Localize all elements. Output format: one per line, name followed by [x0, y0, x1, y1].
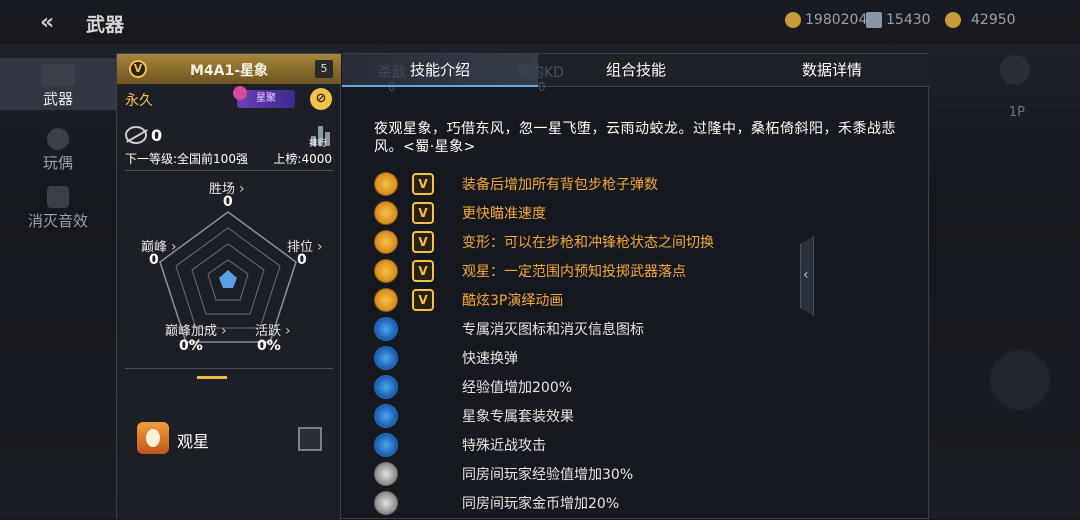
speaker-icon	[47, 186, 69, 208]
flavor-text: 夜观星象，巧借东风，忽一星飞堕，云雨动蛟龙。过隆中，桑柘倚斜阳，禾黍战悲风。<蜀…	[374, 121, 896, 155]
coin-room-icon	[374, 491, 398, 515]
skill-row: 同房间玩家经验值增加30%	[374, 462, 633, 486]
page-indicator	[197, 376, 227, 379]
skill-row: 快速换弹	[374, 346, 518, 370]
weapon-name: M4A1-星象	[189, 63, 269, 79]
currency-wings: 15430	[866, 12, 931, 28]
nav-item-weapon[interactable]: 武器	[0, 58, 116, 110]
weapon-info-panel: V M4A1-星象 5 永久 星聚 ⊘ 0 排行 下一等级:全国前100强 上榜…	[117, 54, 341, 520]
exp-room-icon	[374, 462, 398, 486]
divider	[125, 170, 333, 171]
suit-icon	[374, 404, 398, 428]
skill-row: V 装备后增加所有背包步枪子弹数	[374, 172, 658, 196]
chevron-right-icon: ›	[285, 323, 291, 339]
stat-active-value: 0%	[257, 338, 281, 354]
tab-data-details[interactable]: 数据详情	[734, 54, 930, 87]
background-scene: 1P	[930, 40, 1080, 519]
nav-item-doll[interactable]: 玩偶	[0, 122, 116, 174]
melee-icon	[374, 433, 398, 457]
v-rank-icon: V	[412, 202, 434, 224]
back-chevron-icon[interactable]: «	[40, 10, 54, 35]
divider	[125, 368, 333, 369]
exp-icon	[374, 375, 398, 399]
rank-icon[interactable]: 排行	[309, 122, 333, 149]
figure-icon	[374, 288, 398, 312]
v-rank-icon: V	[412, 260, 434, 282]
v-rank-icon: V	[412, 231, 434, 253]
gold-coin-icon	[785, 12, 801, 28]
tab-bar: 杀敌 平均KD 0 0 技能介绍 组合技能 数据详情	[342, 54, 930, 94]
page-title: 武器	[86, 14, 125, 36]
stat-peak-bonus-value: 0%	[179, 338, 203, 354]
next-level-text: 下一等级:全国前100强	[125, 152, 248, 166]
rifle-icon	[41, 64, 75, 86]
eye-icon	[374, 259, 398, 283]
skill-row: 经验值增加200%	[374, 375, 572, 399]
dpad-icon	[1000, 55, 1030, 85]
weapon-header: V M4A1-星象 5	[117, 54, 341, 84]
nav-item-kill-sound[interactable]: 消灭音效	[0, 180, 116, 232]
weapon-level: 5	[315, 60, 333, 78]
star-badge-ring-icon	[233, 86, 247, 100]
1p-icon: 1P	[1008, 105, 1025, 120]
favorite-button[interactable]: ⊘	[310, 88, 332, 110]
tab-skill-intro[interactable]: 技能介绍	[342, 54, 538, 87]
skill-row: V 更快瞄准速度	[374, 201, 546, 225]
transform-icon	[374, 230, 398, 254]
wings-icon	[866, 12, 882, 28]
currency-bag: 42950	[945, 12, 1016, 28]
skill-row: 星象专属套装效果	[374, 404, 574, 428]
skill-row: V 变形：可以在步枪和冲锋枪状态之间切换	[374, 230, 714, 254]
reload-icon	[374, 346, 398, 370]
chevron-right-icon: ›	[317, 239, 323, 255]
skin-name: 观星	[177, 432, 210, 451]
stat-wins-value: 0	[223, 194, 233, 210]
stat-peak-value: 0	[149, 252, 159, 268]
v-rank-icon: V	[412, 173, 434, 195]
bullet-icon	[374, 172, 398, 196]
skill-row: 专属消灭图标和消灭信息图标	[374, 317, 644, 341]
skin-checkbox[interactable]	[298, 427, 322, 451]
stat-peak-bonus[interactable]: 巅峰加成 ›	[165, 320, 227, 339]
stat-rank-value: 0	[297, 252, 307, 268]
knife-icon	[990, 350, 1050, 410]
tab-combo-skill[interactable]: 组合技能	[538, 54, 734, 87]
stat-active[interactable]: 活跃 ›	[255, 320, 291, 339]
crosshair-icon	[374, 201, 398, 225]
kill-count: 0	[151, 126, 163, 145]
skill-row: V 酷炫3P演绎动画	[374, 288, 563, 312]
chevron-right-icon: ›	[221, 323, 227, 339]
top-bar: « 武器 1980204 15430 42950	[0, 0, 1080, 44]
chevron-left-icon: ‹	[803, 267, 809, 283]
currency-gold: 1980204	[785, 12, 867, 28]
hidden-eye-icon	[125, 126, 147, 144]
kill-mark-icon	[374, 317, 398, 341]
duration-label: 永久	[125, 93, 153, 109]
left-nav: 武器 玩偶 消灭音效	[0, 52, 116, 519]
doll-icon	[47, 128, 69, 150]
details-panel: 杀敌 平均KD 0 0 技能介绍 组合技能 数据详情 夜观星象，巧借东风，忽一星…	[342, 54, 930, 520]
v-rank-icon: V	[412, 289, 434, 311]
bag-icon	[945, 12, 961, 28]
collapse-tab[interactable]: ‹	[800, 236, 814, 316]
chevron-right-icon: ›	[239, 181, 245, 197]
on-list-text: 上榜:4000	[273, 152, 332, 166]
skin-icon	[137, 422, 169, 454]
chevron-right-icon: ›	[171, 239, 177, 255]
skill-row: 同房间玩家金币增加20%	[374, 491, 619, 515]
skill-row: 特殊近战攻击	[374, 433, 546, 457]
skill-row: V 观星：一定范围内预知投掷武器落点	[374, 259, 686, 283]
star-badge: 星聚	[233, 86, 295, 108]
